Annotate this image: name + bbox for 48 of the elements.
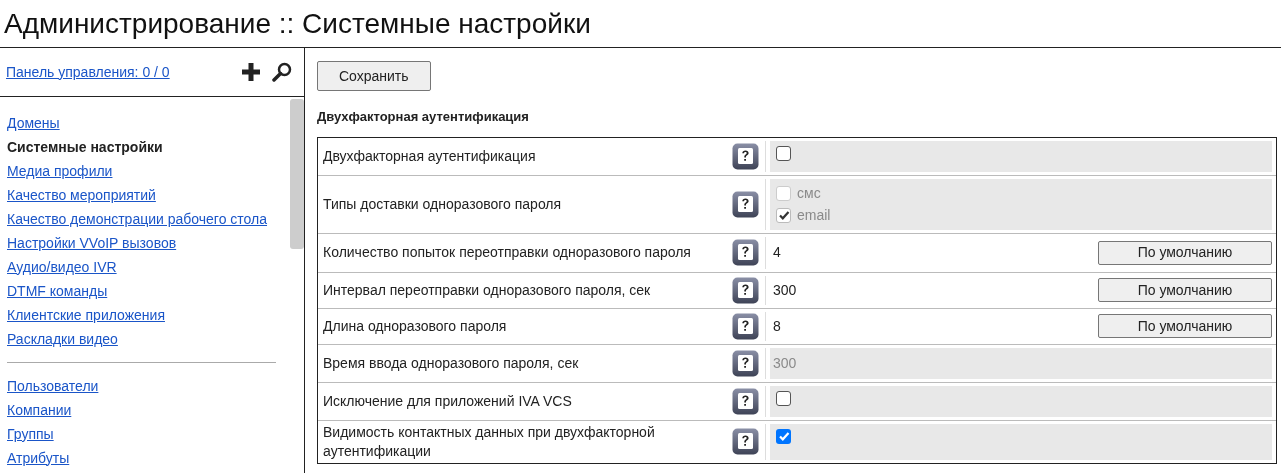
help-icon[interactable] <box>732 142 759 170</box>
help-icon[interactable] <box>732 349 759 377</box>
setting-label: Исключение для приложений IVA VCS <box>323 391 572 411</box>
page-title: Администрирование :: Системные настройки <box>4 9 591 38</box>
nav-link[interactable]: Качество мероприятий <box>7 183 156 207</box>
help-icon[interactable] <box>732 239 759 266</box>
scrollbar-thumb[interactable] <box>290 99 304 249</box>
help-icon[interactable] <box>732 190 759 218</box>
default-button[interactable]: По умолчанию <box>1098 278 1272 302</box>
setting-label: Длина одноразового пароля <box>323 316 507 336</box>
nav-link[interactable]: Домены <box>7 111 60 135</box>
nav-link[interactable]: Раскладки видео <box>7 327 118 351</box>
setting-label: Видимость контактных данных при двухфакторной аутентификации <box>323 422 656 461</box>
nav-link[interactable]: Медиа профили <box>7 159 113 183</box>
help-icon[interactable] <box>732 387 759 415</box>
number-field[interactable]: 8 <box>770 315 890 337</box>
checkbox[interactable] <box>776 390 791 406</box>
setting-label: Время ввода одноразового пароля, сек <box>323 353 579 373</box>
section-title: Двухфакторная аутентификация <box>317 108 530 126</box>
dashboard-link[interactable]: Панель управления: 0 / 0 <box>6 61 242 83</box>
setting-label: Двухфакторная аутентификация <box>323 146 536 166</box>
nav-link[interactable]: Атрибуты <box>7 446 70 470</box>
number-field[interactable]: 300 <box>770 279 890 301</box>
number-field[interactable]: 4 <box>770 242 890 263</box>
setting-label: Типы доставки одноразового пароля <box>323 194 562 214</box>
checkbox[interactable] <box>776 145 791 161</box>
checkbox[interactable] <box>776 428 791 444</box>
nav-link[interactable]: Качество демонстрации рабочего стола <box>7 207 268 231</box>
default-button[interactable]: По умолчанию <box>1098 240 1272 265</box>
option-label: смс <box>797 185 821 201</box>
nav-link[interactable]: Настройки VVoIP вызовов <box>7 231 177 255</box>
help-icon[interactable] <box>732 276 759 304</box>
nav-link[interactable]: Компании <box>7 398 72 422</box>
help-icon[interactable] <box>732 312 759 340</box>
nav-link[interactable]: Пользователи <box>7 374 99 398</box>
setting-label: Интервал переотправки одноразового пароля, сек <box>323 280 651 300</box>
nav-link[interactable]: DTMF команды <box>7 279 108 303</box>
help-icon[interactable] <box>732 428 759 455</box>
search-icon[interactable] <box>272 62 292 82</box>
nav-link[interactable]: Группы <box>7 422 54 446</box>
nav-link[interactable]: Системные настройки <box>7 135 163 159</box>
default-button[interactable]: По умолчанию <box>1098 314 1272 338</box>
nav-link[interactable]: Аудио/видео IVR <box>7 255 117 279</box>
save-button[interactable]: Сохранить <box>317 61 431 91</box>
option-label: email <box>797 207 831 223</box>
nav-link[interactable]: Клиентские приложения <box>7 303 165 327</box>
add-icon[interactable] <box>242 63 260 81</box>
setting-label: Количество попыток переотправки одноразового пароля <box>323 243 691 262</box>
